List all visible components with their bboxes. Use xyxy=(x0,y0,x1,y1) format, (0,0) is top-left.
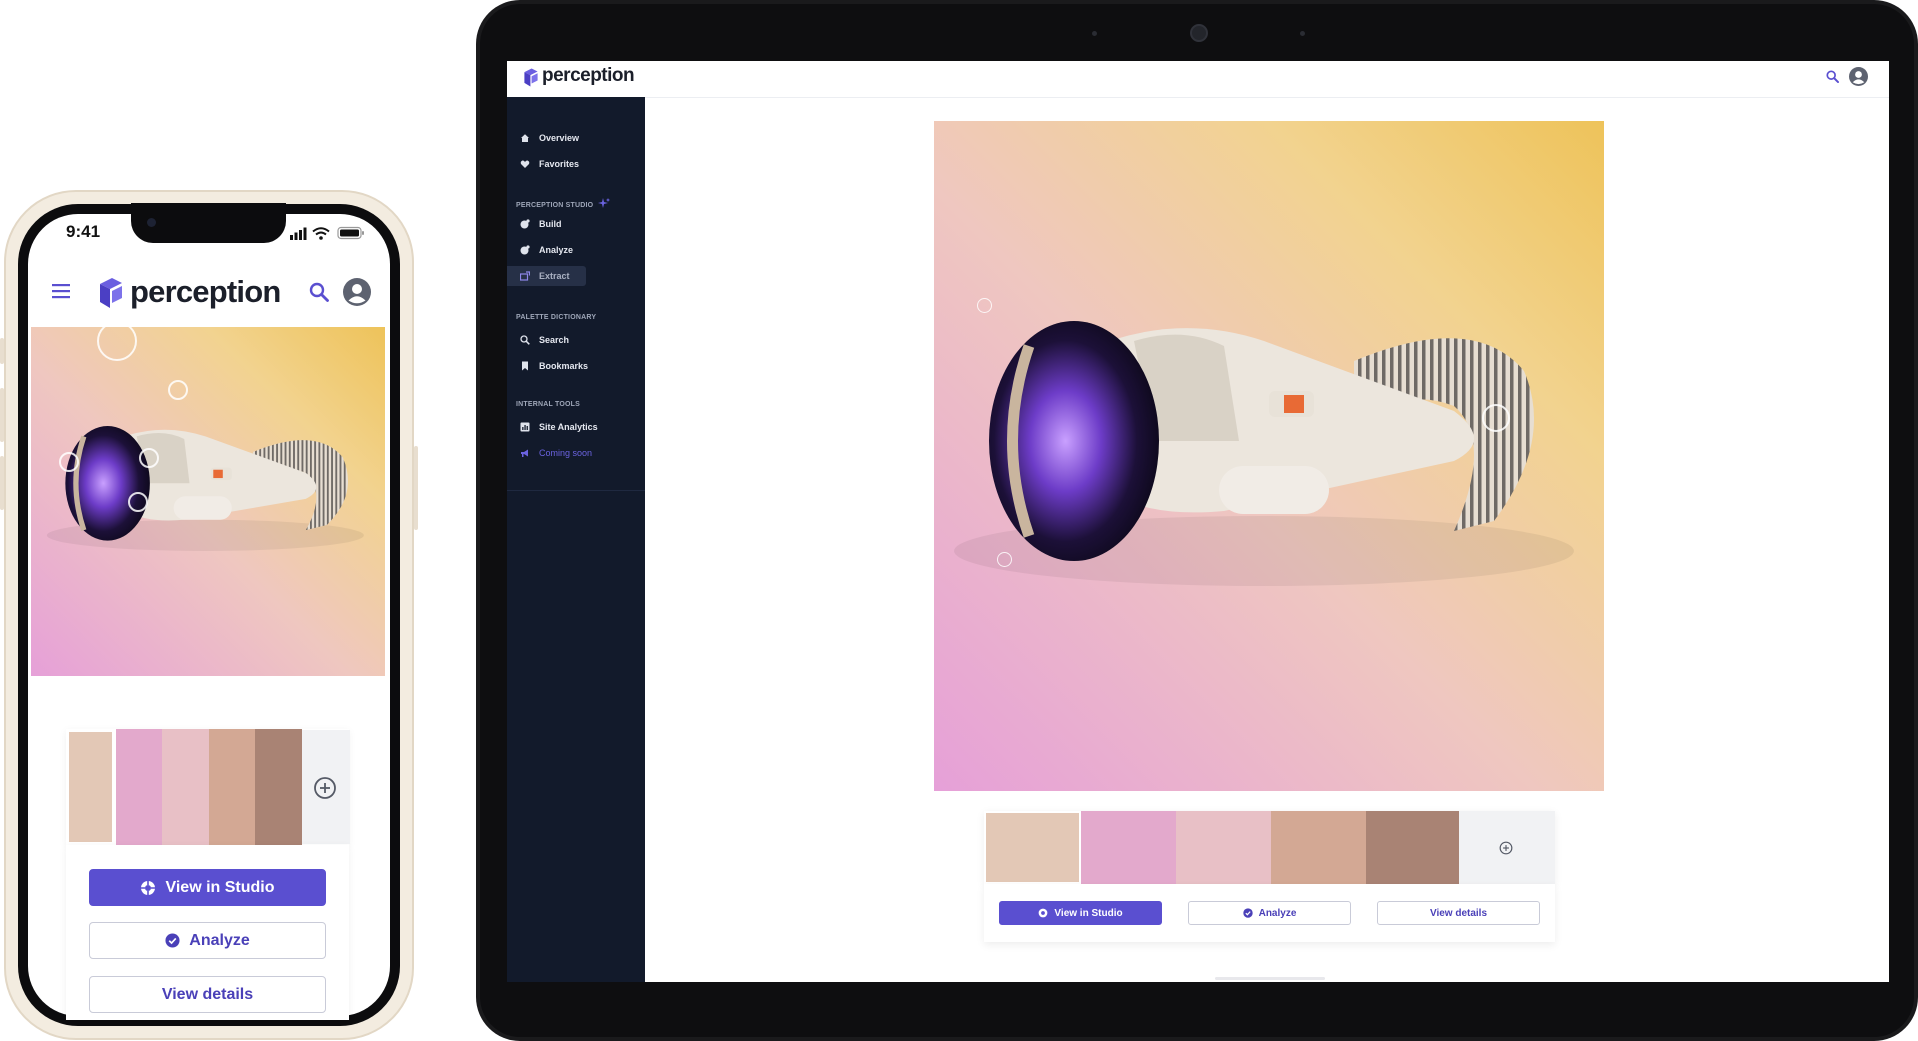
bookmark-icon xyxy=(522,361,528,371)
sidebar-item-label: Extract xyxy=(539,271,570,281)
color-swatch[interactable] xyxy=(1081,811,1176,884)
home-indicator xyxy=(1215,977,1325,980)
color-picker-marker[interactable] xyxy=(1482,404,1510,432)
home-icon xyxy=(521,134,529,142)
search-icon xyxy=(520,335,530,345)
analytics-icon xyxy=(520,422,530,432)
studio-icon xyxy=(1039,908,1048,918)
phone-camera xyxy=(147,218,156,227)
sidebar-item-label: Analyze xyxy=(539,245,574,255)
status-indicators xyxy=(290,226,364,240)
sidebar-item-label: Build xyxy=(539,219,562,229)
analyze-label: Analyze xyxy=(1258,907,1297,919)
color-swatch[interactable] xyxy=(162,729,209,845)
color-picker-marker[interactable] xyxy=(168,380,188,400)
sidebar-item-label: Coming soon xyxy=(539,448,593,458)
color-swatch[interactable] xyxy=(116,729,162,845)
sidebar-item-bookmarks[interactable]: Bookmarks xyxy=(507,356,645,376)
sidebar-item-favorites[interactable]: Favorites xyxy=(507,154,645,174)
perception-logo-icon xyxy=(524,68,538,87)
color-picker-marker[interactable] xyxy=(139,448,159,468)
color-swatch[interactable] xyxy=(1271,811,1366,884)
sidebar-item-label: Overview xyxy=(539,133,580,143)
sidebar-item-label: Favorites xyxy=(539,159,580,169)
search-icon[interactable] xyxy=(309,282,329,302)
sidebar-section-dictionary: PALETTE DICTIONARY xyxy=(516,314,597,321)
sidebar-item-build[interactable]: Build xyxy=(507,214,645,234)
color-swatch[interactable] xyxy=(69,732,112,842)
color-picker-marker[interactable] xyxy=(977,298,992,313)
sidebar-item-site-analytics[interactable]: Site Analytics xyxy=(507,417,645,437)
color-picker-marker[interactable] xyxy=(997,552,1012,567)
sidebar-section-studio: PERCEPTION STUDIO xyxy=(516,198,611,209)
palette-icon xyxy=(520,245,530,255)
sidebar-item-coming-soon[interactable]: Coming soon xyxy=(507,443,645,463)
color-picker-marker[interactable] xyxy=(59,452,79,472)
color-swatch[interactable] xyxy=(1176,811,1271,884)
megaphone-icon xyxy=(521,449,528,457)
sidebar-divider xyxy=(507,490,645,491)
analyze-button[interactable]: Analyze xyxy=(1188,901,1351,925)
brand-name[interactable]: perception xyxy=(130,274,281,310)
sidebar: Overview Favorites PERCEPTION STUDIO Bui… xyxy=(507,97,645,982)
sidebar-item-extract[interactable]: Extract xyxy=(507,266,586,286)
view-in-studio-label: View in Studio xyxy=(1054,907,1123,919)
sidebar-item-label: Site Analytics xyxy=(539,422,598,432)
sidebar-item-label: Bookmarks xyxy=(539,361,589,371)
palette-icon xyxy=(520,219,530,229)
view-details-label: View details xyxy=(1429,907,1488,919)
view-in-studio-button[interactable]: View in Studio xyxy=(89,869,326,906)
user-avatar-icon[interactable] xyxy=(1849,67,1868,86)
tablet-sensor xyxy=(1300,31,1305,36)
perception-logo-icon xyxy=(100,278,122,308)
analyze-button[interactable]: Analyze xyxy=(89,922,326,959)
color-picker-marker[interactable] xyxy=(128,492,148,512)
sidebar-section-tools: INTERNAL TOOLS xyxy=(516,401,580,408)
studio-icon xyxy=(141,880,156,895)
check-badge-icon xyxy=(1242,908,1253,918)
check-badge-icon xyxy=(165,933,180,948)
color-swatch[interactable] xyxy=(986,813,1079,882)
sidebar-section-label: PERCEPTION STUDIO xyxy=(516,202,594,209)
view-details-button[interactable]: View details xyxy=(89,976,326,1013)
sidebar-item-search[interactable]: Search xyxy=(507,330,645,350)
sidebar-item-overview[interactable]: Overview xyxy=(507,128,645,148)
sparkle-icon xyxy=(598,198,611,208)
tablet-sensor xyxy=(1092,31,1097,36)
plus-circle-icon[interactable] xyxy=(1499,841,1513,855)
status-time: 9:41 xyxy=(66,222,101,241)
signal-icon xyxy=(290,227,307,240)
tablet-camera xyxy=(1190,24,1208,42)
user-avatar-icon[interactable] xyxy=(343,278,371,306)
heart-icon xyxy=(520,160,530,168)
view-details-button[interactable]: View details xyxy=(1377,901,1540,925)
view-in-studio-label: View in Studio xyxy=(165,878,275,896)
sidebar-item-analyze[interactable]: Analyze xyxy=(507,240,645,260)
wifi-icon xyxy=(312,227,330,240)
product-image xyxy=(934,121,1604,791)
color-swatch[interactable] xyxy=(1366,811,1461,884)
view-in-studio-button[interactable]: View in Studio xyxy=(999,901,1162,925)
color-swatch[interactable] xyxy=(255,729,302,845)
extract-icon xyxy=(520,271,530,281)
phone-power-button xyxy=(414,446,418,530)
app-header xyxy=(507,61,1889,98)
product-image xyxy=(31,327,385,676)
brand-name[interactable]: perception xyxy=(542,65,635,87)
hamburger-menu-icon[interactable] xyxy=(52,283,70,299)
color-picker-marker[interactable] xyxy=(97,321,137,361)
color-swatch[interactable] xyxy=(209,729,255,845)
sidebar-item-label: Search xyxy=(539,335,570,345)
analyze-label: Analyze xyxy=(189,931,250,949)
battery-icon xyxy=(337,226,364,240)
plus-circle-icon[interactable] xyxy=(313,776,337,800)
search-icon[interactable] xyxy=(1826,70,1839,83)
view-details-label: View details xyxy=(161,985,254,1003)
